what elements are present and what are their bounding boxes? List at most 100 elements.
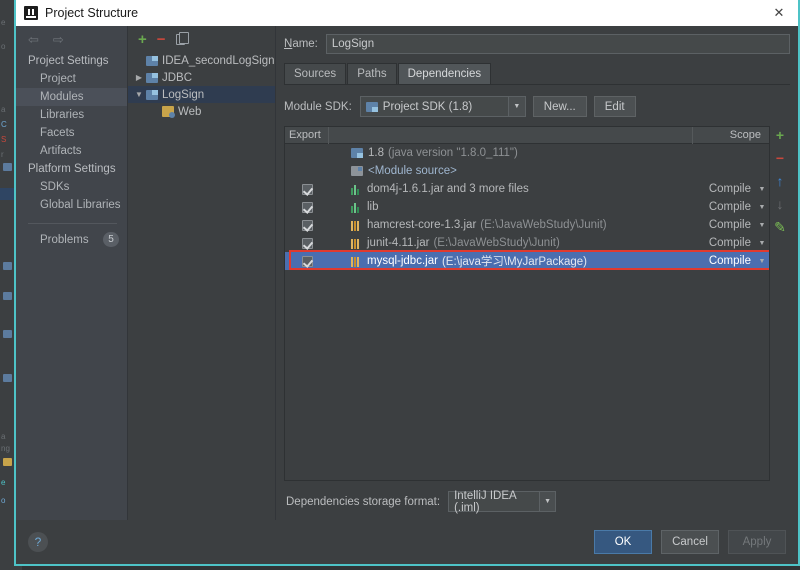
sdk-new-button[interactable]: New... xyxy=(532,96,587,117)
sidebar-item-libraries[interactable]: Libraries xyxy=(16,106,127,124)
scope-dropdown-icon[interactable]: ▼ xyxy=(755,222,769,229)
scope-value[interactable]: Compile xyxy=(679,183,755,195)
table-row[interactable]: 1.8 (java version "1.8.0_111") xyxy=(285,144,769,162)
move-down-icon[interactable]: ↓ xyxy=(777,197,784,211)
scope-dropdown-icon[interactable]: ▼ xyxy=(755,186,769,193)
backdrop-icon xyxy=(3,292,12,300)
export-checkbox[interactable] xyxy=(301,255,313,267)
chevron-down-icon[interactable]: ▼ xyxy=(507,97,525,116)
dependency-name-cell: dom4j-1.6.1.jar and 3 more files xyxy=(329,183,679,195)
copy-module-icon[interactable] xyxy=(175,31,189,45)
move-up-icon[interactable]: ↑ xyxy=(777,174,784,188)
dialog-body: ⇦ ⇨ Project Settings Project Modules Lib… xyxy=(16,26,798,520)
dependency-name-cell: 1.8 (java version "1.8.0_111") xyxy=(329,147,679,159)
storage-format-row: Dependencies storage format: IntelliJ ID… xyxy=(284,487,790,520)
dependency-name: 1.8 xyxy=(368,147,384,159)
nav-forward-icon[interactable]: ⇨ xyxy=(53,33,64,46)
sdk-edit-button[interactable]: Edit xyxy=(593,96,636,117)
tree-node-idea-secondlogsign[interactable]: IDEA_secondLogSign xyxy=(128,52,275,69)
module-name-row: Name: LogSign xyxy=(284,34,790,54)
module-name-input[interactable]: LogSign xyxy=(325,34,790,54)
remove-module-icon[interactable]: − xyxy=(157,32,166,47)
export-checkbox[interactable] xyxy=(301,237,313,249)
scope-dropdown-icon[interactable]: ▼ xyxy=(755,240,769,247)
edit-dependency-icon[interactable]: ✎ xyxy=(774,220,786,234)
scope-value[interactable]: Compile xyxy=(679,201,755,213)
add-dependency-icon[interactable]: + xyxy=(776,128,784,142)
backdrop-text: r xyxy=(1,150,4,159)
export-cell[interactable] xyxy=(285,183,329,195)
export-cell[interactable] xyxy=(285,237,329,249)
export-cell[interactable] xyxy=(285,255,329,267)
settings-sidebar: ⇦ ⇨ Project Settings Project Modules Lib… xyxy=(16,26,128,520)
chevron-down-icon[interactable]: ▼ xyxy=(132,90,146,99)
tree-node-jdbc[interactable]: ▶ JDBC xyxy=(128,69,275,86)
backdrop-text: S xyxy=(1,135,7,144)
scope-value[interactable]: Compile xyxy=(679,237,755,249)
dependencies-table-body: 1.8 (java version "1.8.0_111") <Module s… xyxy=(285,144,769,480)
apply-button[interactable]: Apply xyxy=(728,530,786,554)
module-sdk-select[interactable]: Project SDK (1.8) ▼ xyxy=(359,96,526,117)
scope-value[interactable]: Compile xyxy=(679,219,755,231)
sidebar-item-problems[interactable]: Problems 5 xyxy=(16,230,127,249)
dialog-title: Project Structure xyxy=(45,6,139,20)
ok-button[interactable]: OK xyxy=(594,530,652,554)
scope-dropdown-icon[interactable]: ▼ xyxy=(755,204,769,211)
sidebar-divider xyxy=(28,223,117,224)
dependency-name-cell: lib xyxy=(329,201,679,213)
tab-dependencies[interactable]: Dependencies xyxy=(397,63,492,84)
cancel-button[interactable]: Cancel xyxy=(661,530,719,554)
nav-back-icon[interactable]: ⇦ xyxy=(28,33,39,46)
export-cell[interactable] xyxy=(285,201,329,213)
module-tree-toolbar: + − xyxy=(128,26,275,52)
export-checkbox[interactable] xyxy=(301,201,313,213)
add-module-icon[interactable]: + xyxy=(138,32,147,47)
scope-value[interactable]: Compile xyxy=(679,255,755,267)
jar-icon xyxy=(351,220,362,231)
dependency-name: lib xyxy=(367,201,379,213)
chevron-down-icon[interactable]: ▼ xyxy=(539,492,556,511)
remove-dependency-icon[interactable]: − xyxy=(776,151,784,165)
export-checkbox[interactable] xyxy=(301,219,313,231)
backdrop-text: a xyxy=(1,432,6,441)
dependency-detail: (java version "1.8.0_111") xyxy=(388,147,518,159)
tree-node-label: JDBC xyxy=(162,71,193,84)
dependency-name-cell: <Module source> xyxy=(329,165,679,177)
sidebar-item-project[interactable]: Project xyxy=(16,70,127,88)
export-cell[interactable] xyxy=(285,219,329,231)
close-icon[interactable]: ✕ xyxy=(764,1,794,25)
table-row[interactable]: dom4j-1.6.1.jar and 3 more files Compile… xyxy=(285,180,769,198)
table-row-selected[interactable]: mysql-jdbc.jar (E:\java学习\MyJarPackage) … xyxy=(285,250,769,270)
dialog-footer: ? OK Cancel Apply xyxy=(16,520,798,564)
dependency-name-cell: junit-4.11.jar (E:\JavaWebStudy\Junit) xyxy=(329,237,679,249)
tree-node-logsign[interactable]: ▼ LogSign xyxy=(128,86,275,103)
sidebar-item-sdks[interactable]: SDKs xyxy=(16,178,127,196)
help-button[interactable]: ? xyxy=(28,532,48,552)
storage-format-select[interactable]: IntelliJ IDEA (.iml) ▼ xyxy=(448,490,557,514)
tree-node-web[interactable]: Web xyxy=(128,103,275,120)
backdrop-text: o xyxy=(1,496,6,505)
column-header-scope[interactable]: Scope xyxy=(693,129,769,141)
table-row[interactable]: lib Compile ▼ xyxy=(285,198,769,216)
table-row[interactable]: <Module source> xyxy=(285,162,769,180)
chevron-right-icon[interactable]: ▶ xyxy=(132,73,146,82)
column-header-export[interactable]: Export xyxy=(285,126,329,144)
sidebar-group-platform-settings: Platform Settings xyxy=(28,163,116,175)
dependency-name: junit-4.11.jar xyxy=(367,237,430,249)
module-sdk-label: Module SDK: xyxy=(284,100,352,113)
module-source-icon xyxy=(351,166,363,176)
tab-paths[interactable]: Paths xyxy=(347,63,397,84)
sidebar-item-artifacts[interactable]: Artifacts xyxy=(16,142,127,160)
table-row[interactable]: hamcrest-core-1.3.jar (E:\JavaWebStudy\J… xyxy=(285,216,769,234)
module-icon xyxy=(146,55,158,66)
sidebar-item-global-libraries[interactable]: Global Libraries xyxy=(16,196,127,214)
sidebar-item-facets[interactable]: Facets xyxy=(16,124,127,142)
backdrop-icon xyxy=(3,374,12,382)
export-checkbox[interactable] xyxy=(301,183,313,195)
table-row[interactable]: junit-4.11.jar (E:\JavaWebStudy\Junit) C… xyxy=(285,234,769,252)
sidebar-item-modules[interactable]: Modules xyxy=(16,88,127,106)
intellij-idea-icon xyxy=(24,6,38,20)
scope-dropdown-icon[interactable]: ▼ xyxy=(755,258,769,265)
storage-format-label: Dependencies storage format: xyxy=(286,495,441,508)
tab-sources[interactable]: Sources xyxy=(284,63,347,84)
